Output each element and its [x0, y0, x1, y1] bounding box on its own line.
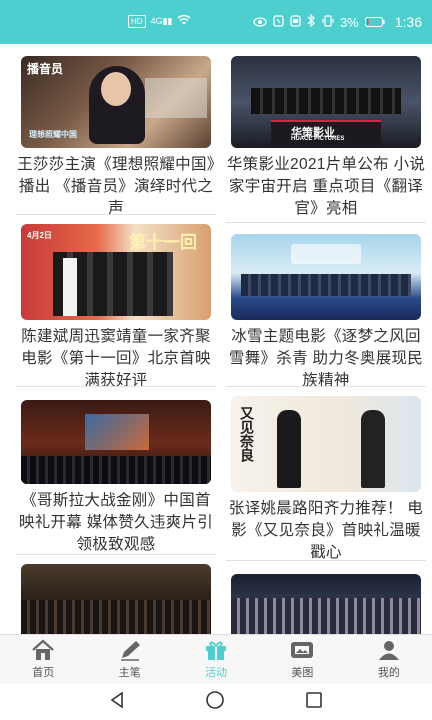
tab-gallery[interactable]: 美图: [259, 635, 345, 684]
tab-activity-label: 活动: [205, 667, 228, 679]
eye-icon: [253, 15, 267, 30]
news-thumbnail[interactable]: [231, 234, 421, 320]
bluetooth-icon: [307, 13, 316, 30]
recents-icon[interactable]: [305, 691, 323, 714]
tab-home-label: 首页: [32, 667, 55, 679]
news-title[interactable]: 《哥斯拉大战金刚》中国首映礼开幕 媒体赞久违爽片引领极致观感: [16, 490, 216, 556]
news-title[interactable]: 陈建斌周迅窦靖童一家齐聚 电影《第十一回》北京首映满获好评: [16, 326, 216, 392]
divider: [226, 560, 426, 561]
news-card[interactable]: [226, 574, 426, 634]
news-title[interactable]: 王莎莎主演《理想照耀中国》播出 《播音员》演绎时代之声: [16, 154, 216, 220]
news-thumbnail[interactable]: 华策影业 HUACE PICTURES: [231, 56, 421, 148]
nfc-icon: [273, 14, 284, 30]
divider: [16, 214, 216, 215]
news-title[interactable]: 张译姚晨路阳齐力推荐！ 电影《又见奈良》首映礼温暖戳心: [226, 498, 426, 564]
news-thumbnail[interactable]: [21, 400, 211, 484]
news-thumbnail[interactable]: 播音员 理想照耀中国: [21, 56, 211, 148]
tab-gallery-label: 美图: [291, 667, 314, 679]
news-card[interactable]: 播音员 理想照耀中国 王莎莎主演《理想照耀中国》播出 《播音员》演绎时代之声: [16, 56, 216, 220]
pen-icon: [117, 639, 143, 661]
tab-writer-label: 主笔: [118, 667, 141, 679]
status-bar: HD 4G▮▮ 3% 1:36: [0, 0, 432, 44]
news-card[interactable]: 华策影业 HUACE PICTURES 华策影业2021片单公布 小说家宇宙开启…: [226, 56, 426, 220]
system-nav-bar: [0, 684, 432, 720]
news-card[interactable]: 第十一回 4月2日 陈建斌周迅窦靖童一家齐聚 电影《第十一回》北京首映满获好评: [16, 224, 216, 392]
wifi-icon: [177, 14, 191, 28]
battery-percent: 3%: [339, 14, 359, 30]
status-right: 3% 1:36: [253, 13, 422, 30]
picture-icon: [289, 639, 315, 661]
news-feed[interactable]: 播音员 理想照耀中国 王莎莎主演《理想照耀中国》播出 《播音员》演绎时代之声 华…: [0, 44, 432, 634]
tab-home[interactable]: 首页: [0, 635, 86, 684]
home-icon: [30, 639, 56, 661]
bottom-nav: 首页 主笔 活动 美图 我的: [0, 634, 432, 684]
divider: [16, 386, 216, 387]
news-card[interactable]: 冰雪主题电影《逐梦之风回雪舞》杀青 助力冬奥展现民族精神: [226, 234, 426, 392]
news-card[interactable]: [16, 564, 216, 634]
hd-badge: HD: [128, 14, 146, 28]
tab-profile-label: 我的: [377, 667, 400, 679]
news-title[interactable]: 华策影业2021片单公布 小说家宇宙开启 重点项目《翻译官》亮相: [226, 154, 426, 220]
news-thumbnail[interactable]: [231, 574, 421, 634]
tab-profile[interactable]: 我的: [346, 635, 432, 684]
status-left: HD 4G▮▮: [128, 14, 191, 28]
tab-writer[interactable]: 主笔: [86, 635, 172, 684]
news-thumbnail[interactable]: [21, 564, 211, 634]
back-icon[interactable]: [109, 690, 125, 714]
divider: [16, 554, 216, 555]
vibrate-icon: [322, 14, 334, 30]
card-icon: [290, 14, 301, 30]
news-card[interactable]: 《哥斯拉大战金刚》中国首映礼开幕 媒体赞久违爽片引领极致观感: [16, 400, 216, 556]
news-thumbnail[interactable]: 又见奈良: [231, 396, 421, 492]
news-title[interactable]: 冰雪主题电影《逐梦之风回雪舞》杀青 助力冬奥展现民族精神: [226, 326, 426, 392]
user-icon: [376, 639, 402, 661]
signal-icon: 4G▮▮: [150, 15, 173, 26]
divider: [226, 222, 426, 223]
tab-activity[interactable]: 活动: [173, 635, 259, 684]
battery-icon: [364, 15, 385, 30]
news-thumbnail[interactable]: 第十一回 4月2日: [21, 224, 211, 320]
divider: [226, 386, 426, 387]
news-card[interactable]: 又见奈良 张译姚晨路阳齐力推荐！ 电影《又见奈良》首映礼温暖戳心: [226, 396, 426, 564]
gift-icon: [203, 639, 229, 661]
clock: 1:36: [394, 14, 422, 30]
home-circle-icon[interactable]: [205, 690, 225, 715]
